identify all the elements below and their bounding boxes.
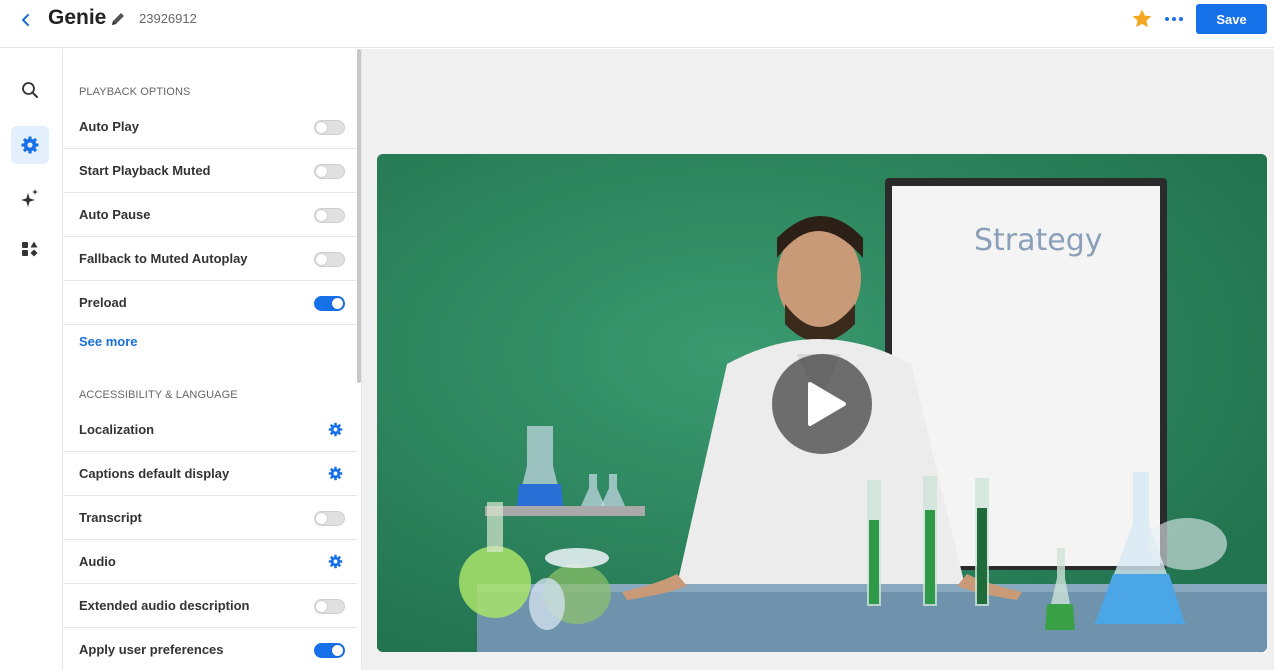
transcript-toggle[interactable] (314, 511, 345, 526)
rail-ai[interactable] (11, 179, 49, 217)
auto-pause-toggle[interactable] (314, 208, 345, 223)
search-icon (22, 82, 38, 98)
left-rail (0, 49, 63, 670)
gear-icon (21, 136, 39, 154)
row-label: Extended audio description (79, 598, 250, 613)
section-title-accessibility: ACCESSIBILITY & LANGUAGE (79, 389, 238, 401)
row-auto-play: Auto Play (63, 105, 357, 149)
extended-audio-description-toggle[interactable] (314, 599, 345, 614)
rail-settings[interactable] (11, 126, 49, 164)
row-label: Preload (79, 295, 127, 310)
row-fallback-muted-autoplay: Fallback to Muted Autoplay (63, 237, 357, 281)
pencil-icon[interactable] (109, 10, 127, 28)
row-transcript: Transcript (63, 496, 357, 540)
page-title: Genie (48, 6, 107, 29)
play-button[interactable] (772, 354, 872, 454)
gear-icon[interactable] (328, 466, 343, 481)
row-start-playback-muted: Start Playback Muted (63, 149, 357, 193)
whiteboard-text: Strategy (974, 223, 1103, 258)
rail-search[interactable] (11, 71, 49, 109)
row-label: Transcript (79, 510, 142, 525)
see-more-link[interactable]: See more (79, 334, 138, 349)
fallback-muted-autoplay-toggle[interactable] (314, 252, 345, 267)
row-label: Auto Pause (79, 207, 151, 222)
row-localization: Localization (63, 408, 357, 452)
start-playback-muted-toggle[interactable] (314, 164, 345, 179)
row-label: Captions default display (79, 466, 230, 481)
play-icon (808, 382, 846, 426)
top-header: Genie 23926912 Save (0, 0, 1274, 48)
preload-toggle[interactable] (314, 296, 345, 311)
row-auto-pause: Auto Pause (63, 193, 357, 237)
more-options-icon[interactable] (1163, 8, 1185, 30)
sparkle-icon (21, 189, 38, 207)
rail-plugins[interactable] (11, 230, 49, 268)
row-audio: Audio (63, 540, 357, 584)
save-button[interactable]: Save (1196, 4, 1267, 34)
player-id: 23926912 (139, 11, 197, 26)
auto-play-toggle[interactable] (314, 120, 345, 135)
gear-icon[interactable] (328, 554, 343, 569)
settings-panel: PLAYBACK OPTIONS Auto Play Start Playbac… (63, 49, 359, 670)
row-label: Start Playback Muted (79, 163, 211, 178)
star-icon[interactable] (1131, 8, 1153, 30)
video-player[interactable]: Strategy (377, 154, 1267, 652)
row-label: Fallback to Muted Autoplay (79, 251, 248, 266)
gear-icon[interactable] (328, 422, 343, 437)
back-icon[interactable] (14, 8, 38, 32)
section-title-playback: PLAYBACK OPTIONS (79, 86, 191, 98)
row-preload: Preload (63, 281, 357, 325)
apply-user-preferences-toggle[interactable] (314, 643, 345, 658)
row-label: Localization (79, 422, 155, 437)
shapes-icon (22, 241, 38, 257)
row-label: Auto Play (79, 119, 139, 134)
row-extended-audio-description: Extended audio description (63, 584, 357, 628)
row-label: Audio (79, 554, 116, 569)
row-label: Apply user preferences (79, 642, 224, 657)
row-captions-default-display: Captions default display (63, 452, 357, 496)
row-apply-user-preferences: Apply user preferences (63, 628, 357, 670)
